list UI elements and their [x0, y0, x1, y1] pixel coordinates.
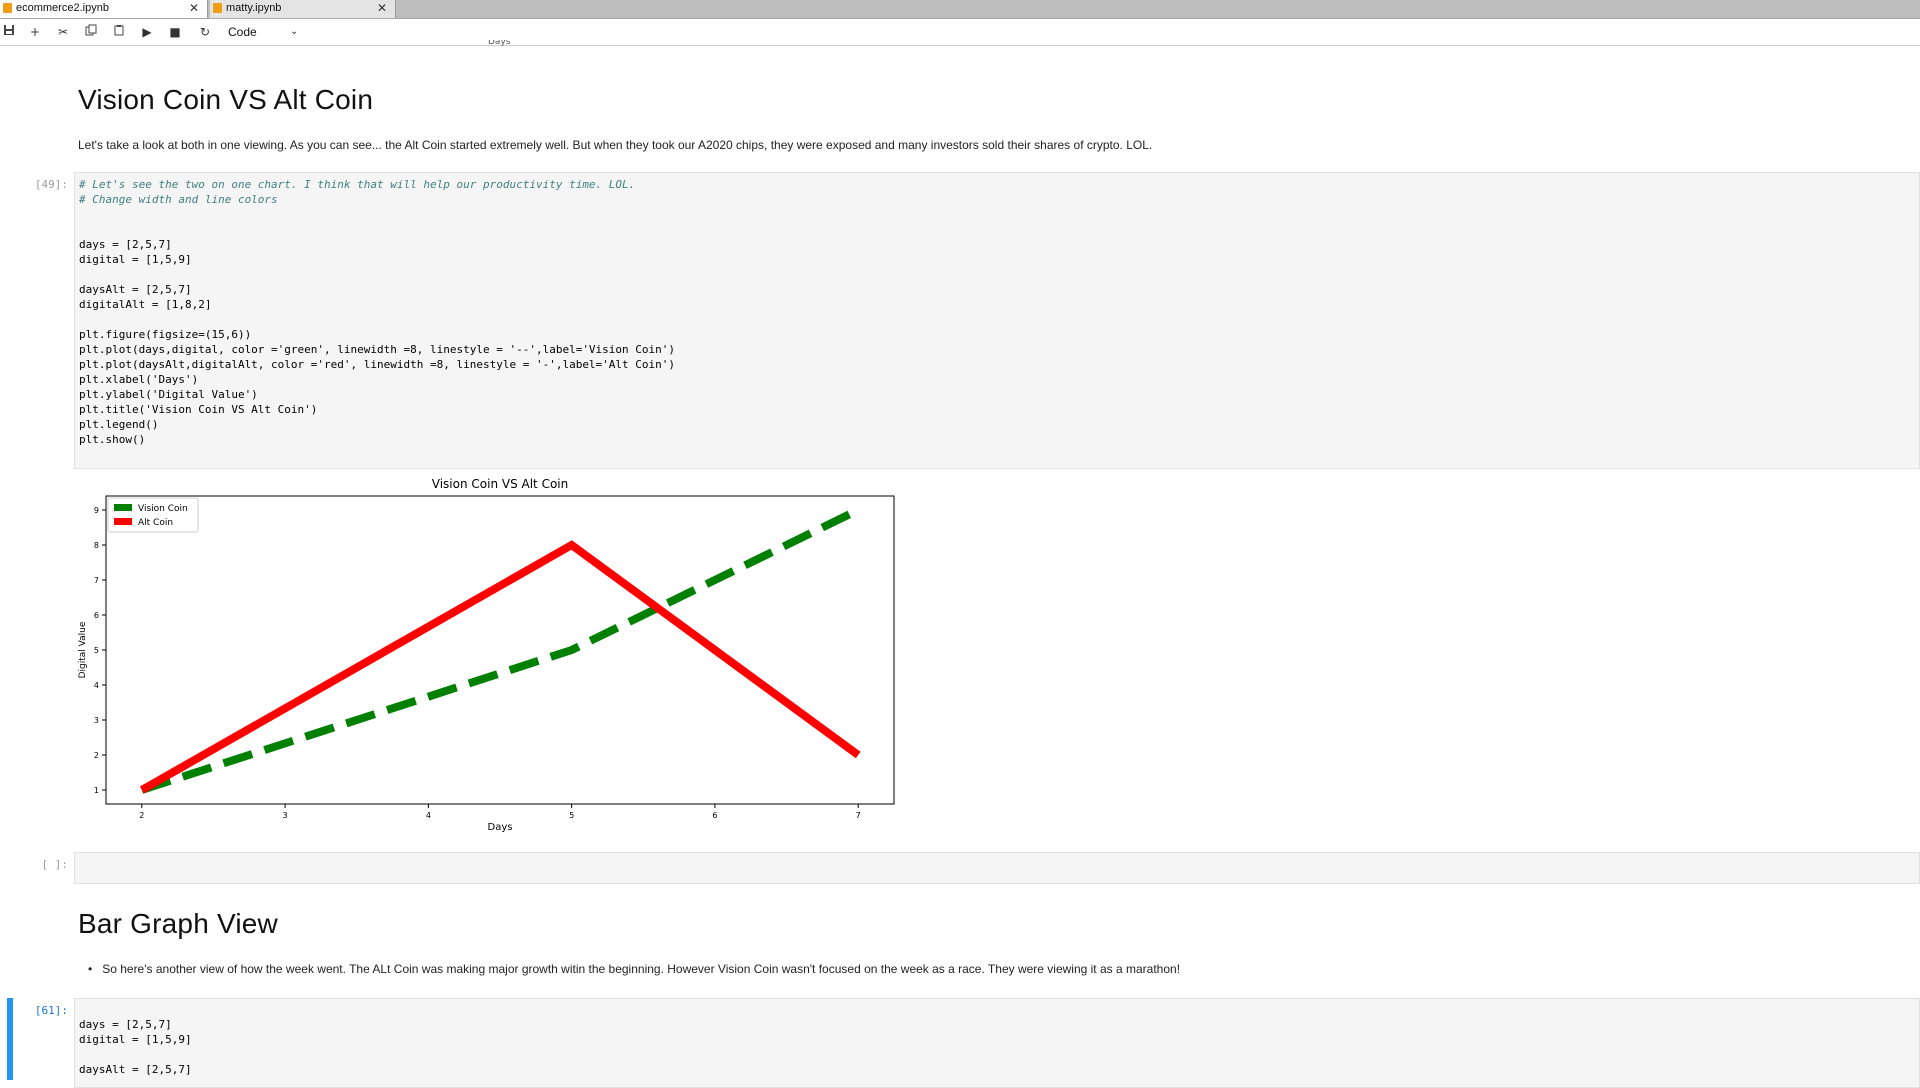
x-tick-label: 4	[426, 811, 431, 820]
y-tick-label: 3	[94, 716, 99, 725]
code-line: daysAlt = [2,5,7]	[79, 1063, 192, 1076]
x-tick-label: 2	[139, 811, 144, 820]
x-axis: 2 3 4 5 6 7	[139, 804, 861, 820]
y-tick-label: 7	[94, 576, 99, 585]
close-icon[interactable]: ✕	[189, 0, 199, 16]
tab-matty[interactable]: matty.ipynb ✕	[210, 0, 396, 18]
bullet-item: • So here's another view of how the week…	[88, 962, 1180, 976]
code-line: digital = [1,5,9]	[79, 253, 192, 266]
notebook-icon	[3, 3, 12, 13]
code-line: plt.ylabel('Digital Value')	[79, 388, 258, 401]
code-line: plt.xlabel('Days')	[79, 373, 199, 386]
legend-swatch	[114, 518, 132, 525]
cell-prompt: [49]:	[34, 178, 68, 191]
cut-icon[interactable]: ✂	[54, 23, 72, 41]
chevron-down-icon[interactable]: ⌄	[290, 23, 298, 41]
code-line: digital = [1,5,9]	[79, 1033, 192, 1046]
cell-prompt: [ ]:	[41, 858, 69, 871]
close-icon[interactable]: ✕	[377, 0, 387, 16]
bullet-text: So here's another view of how the week w…	[102, 962, 1181, 976]
code-line: plt.title('Vision Coin VS Alt Coin')	[79, 403, 318, 416]
code-line: days = [2,5,7]	[79, 1018, 172, 1031]
code-cell-61[interactable]: days = [2,5,7] digital = [1,5,9] daysAlt…	[74, 998, 1920, 1088]
section-paragraph: Let's take a look at both in one viewing…	[78, 138, 1153, 152]
code-line: # Change width and line colors	[79, 193, 278, 206]
tab-ecommerce2[interactable]: ecommerce2.ipynb ✕	[0, 0, 208, 18]
add-icon[interactable]: +	[26, 23, 44, 41]
cell-type-select[interactable]: Code	[228, 23, 257, 41]
paste-icon[interactable]	[110, 23, 128, 41]
tab-label: ecommerce2.ipynb	[16, 2, 109, 14]
line-chart: Vision Coin VS Alt Coin 1 2 3 4 5 6 7 8 9 2 3 4 5 6 7…	[78, 477, 895, 833]
code-line: # Let's see the two on one chart. I thin…	[79, 178, 636, 191]
x-tick-label: 3	[283, 811, 288, 820]
section-heading: Vision Coin VS Alt Coin	[78, 84, 374, 115]
y-axis: 1 2 3 4 5 6 7 8 9	[94, 506, 106, 795]
restart-icon[interactable]: ↻	[196, 23, 214, 41]
x-tick-label: 7	[856, 811, 861, 820]
code-line: plt.plot(days,digital, color ='green', l…	[79, 343, 676, 356]
code-cell-49[interactable]: # Let's see the two on one chart. I thin…	[74, 172, 1920, 469]
x-tick-label: 6	[712, 811, 717, 820]
code-line: plt.figure(figsize=(15,6))	[79, 328, 252, 341]
cell-prompt: [61]:	[34, 1004, 68, 1017]
y-axis-label: Digital Value	[78, 621, 88, 678]
notebook-icon	[213, 3, 222, 13]
section-heading: Bar Graph View	[78, 908, 278, 939]
clipped-axis-label: Days	[488, 40, 511, 46]
tab-label: matty.ipynb	[226, 2, 282, 14]
notebook-toolbar: + ✂ ▶ ■ ↻ Code ⌄	[0, 19, 1920, 46]
code-line: plt.plot(daysAlt,digitalAlt, color ='red…	[79, 358, 676, 371]
code-editor[interactable]: # Let's see the two on one chart. I thin…	[79, 177, 675, 447]
x-tick-label: 5	[569, 811, 574, 820]
legend-label: Alt Coin	[138, 518, 173, 528]
y-tick-label: 8	[94, 541, 99, 550]
code-line: plt.show()	[79, 433, 146, 446]
copy-icon[interactable]	[82, 23, 100, 41]
bullet-dot: •	[88, 962, 103, 976]
stop-icon[interactable]: ■	[166, 23, 184, 41]
code-editor[interactable]: days = [2,5,7] digital = [1,5,9] daysAlt…	[79, 1017, 192, 1077]
code-line: daysAlt = [2,5,7]	[79, 283, 192, 296]
y-tick-label: 6	[94, 611, 99, 620]
y-tick-label: 1	[94, 786, 99, 795]
y-tick-label: 9	[94, 506, 99, 515]
chart-legend: Vision Coin Alt Coin	[107, 497, 199, 533]
legend-swatch	[114, 504, 132, 511]
empty-code-cell[interactable]	[74, 852, 1920, 884]
legend-label: Vision Coin	[138, 504, 188, 514]
x-axis-label: Days	[488, 822, 513, 833]
plot-area	[105, 495, 895, 805]
y-tick-label: 4	[94, 681, 99, 690]
code-line: digitalAlt = [1,8,2]	[79, 298, 212, 311]
chart-title: Vision Coin VS Alt Coin	[432, 477, 568, 491]
code-line: days = [2,5,7]	[79, 238, 172, 251]
run-icon[interactable]: ▶	[138, 23, 156, 41]
y-tick-label: 2	[94, 751, 99, 760]
save-icon[interactable]	[0, 23, 18, 41]
y-tick-label: 5	[94, 646, 99, 655]
tab-bar: ecommerce2.ipynb ✕ matty.ipynb ✕	[0, 0, 1920, 19]
code-line: plt.legend()	[79, 418, 159, 431]
